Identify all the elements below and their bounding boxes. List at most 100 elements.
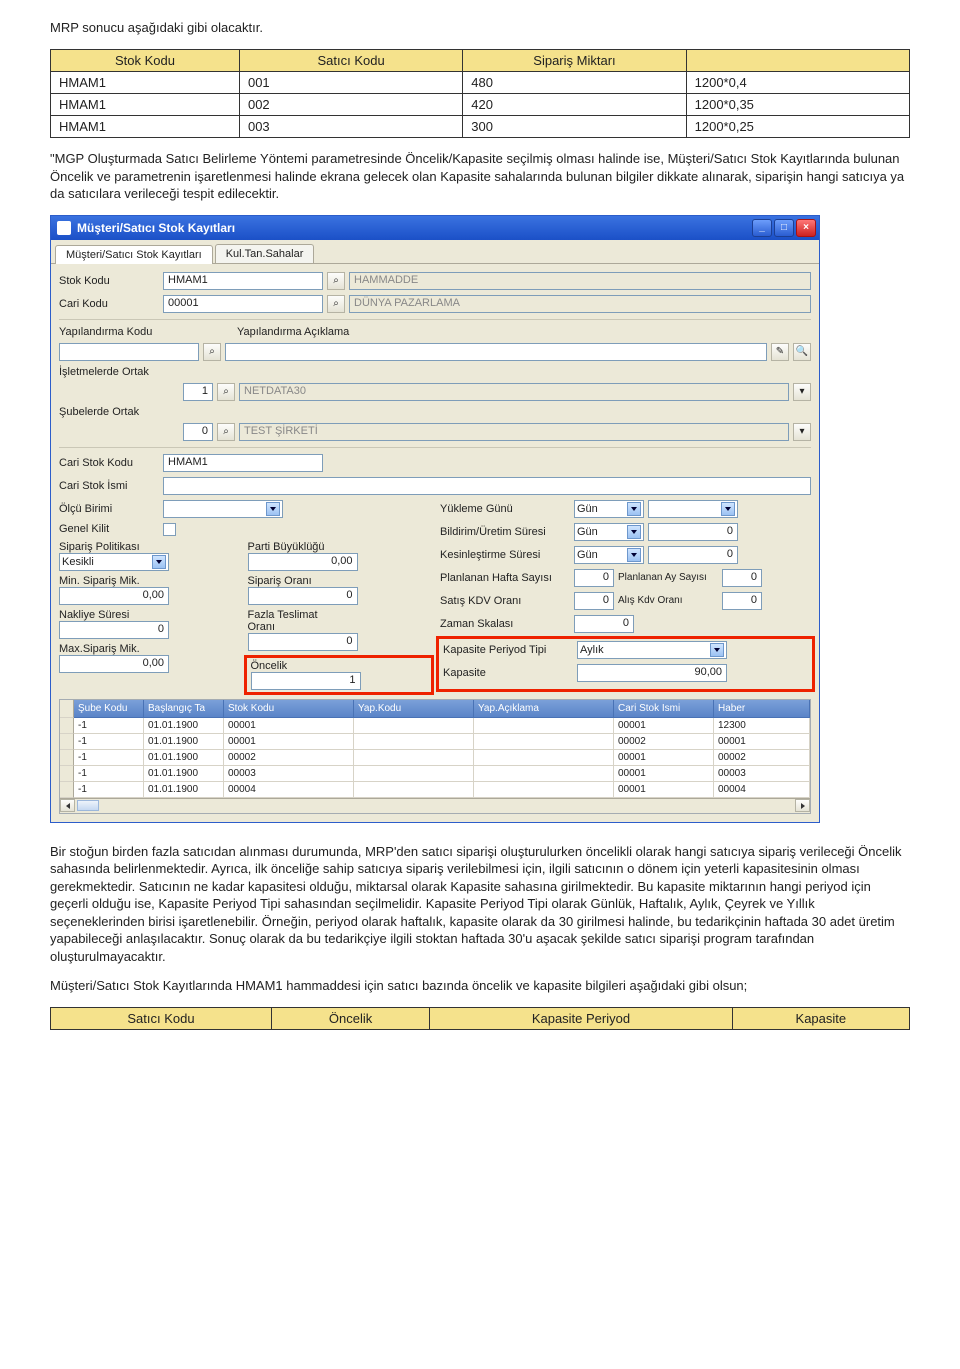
cari-stok-kodu-input[interactable]: HMAM1 bbox=[163, 454, 323, 472]
cari-stok-kodu-label: Cari Stok Kodu bbox=[59, 457, 159, 469]
alis-kdv-input[interactable]: 0 bbox=[722, 592, 762, 610]
doc-intro: MRP sonucu aşağıdaki gibi olacaktır. bbox=[50, 20, 910, 35]
table-row: HMAM1 001 480 1200*0,4 bbox=[51, 72, 910, 94]
window-title: Müşteri/Satıcı Stok Kayıtları bbox=[77, 221, 235, 235]
scroll-thumb[interactable] bbox=[77, 800, 99, 811]
tab-sahalar[interactable]: Kul.Tan.Sahalar bbox=[215, 244, 315, 263]
sip-pol-select[interactable]: Kesikli bbox=[59, 553, 169, 571]
yap-acik-input[interactable] bbox=[225, 343, 767, 361]
stok-ad-display: HAMMADDE bbox=[349, 272, 811, 290]
olcu-select[interactable] bbox=[163, 500, 283, 518]
sub-ortak-val[interactable]: 0 bbox=[183, 423, 213, 441]
bildirim-unit-select[interactable]: Gün bbox=[574, 523, 644, 541]
table-row[interactable]: -101.01.1900000010000200001 bbox=[60, 734, 810, 750]
min-sip-input[interactable]: 0,00 bbox=[59, 587, 169, 605]
sub-ortak-label: Şubelerde Ortak bbox=[59, 406, 169, 418]
nakliye-label: Nakliye Süresi bbox=[59, 609, 159, 621]
lookup-icon[interactable]: ⌕ bbox=[327, 272, 345, 290]
cari-stok-ismi-label: Cari Stok İsmi bbox=[59, 480, 159, 492]
min-sip-label: Min. Sipariş Mik. bbox=[59, 575, 159, 587]
maximize-button[interactable]: □ bbox=[774, 219, 794, 237]
tab-main[interactable]: Müşteri/Satıcı Stok Kayıtları bbox=[55, 245, 213, 264]
th: Satıcı Kodu bbox=[239, 50, 462, 72]
gh[interactable]: Şube Kodu bbox=[74, 700, 144, 718]
satis-kdv-input[interactable]: 0 bbox=[574, 592, 614, 610]
gh[interactable]: Yap.Kodu bbox=[354, 700, 474, 718]
table-row[interactable]: -101.01.1900000040000100004 bbox=[60, 782, 810, 798]
chevron-down-icon[interactable]: ▾ bbox=[793, 423, 811, 441]
tabs: Müşteri/Satıcı Stok Kayıtları Kul.Tan.Sa… bbox=[51, 240, 819, 264]
kesin-val-input[interactable]: 0 bbox=[648, 546, 738, 564]
isl-ortak-name: NETDATA30 bbox=[239, 383, 789, 401]
sip-orani-label: Sipariş Oranı bbox=[248, 575, 348, 587]
kapasite-label: Kapasite bbox=[443, 667, 573, 679]
scroll-left-icon[interactable] bbox=[60, 799, 75, 812]
bildirim-val-input[interactable]: 0 bbox=[648, 523, 738, 541]
max-sip-label: Max.Sipariş Mik. bbox=[59, 643, 159, 655]
paragraph-2: Bir stoğun birden fazla satıcıdan alınma… bbox=[50, 843, 910, 966]
fazla-teslimat-label: Fazla Teslimat Oranı bbox=[248, 609, 348, 633]
zaman-skala-label: Zaman Skalası bbox=[440, 618, 570, 630]
table-row[interactable]: -101.01.1900000030000100003 bbox=[60, 766, 810, 782]
kapasite-input[interactable]: 90,00 bbox=[577, 664, 727, 682]
isl-ortak-val[interactable]: 1 bbox=[183, 383, 213, 401]
lookup-icon[interactable]: ⌕ bbox=[327, 295, 345, 313]
minimize-button[interactable]: _ bbox=[752, 219, 772, 237]
parti-input[interactable]: 0,00 bbox=[248, 553, 358, 571]
yukleme-unit-select[interactable]: Gün bbox=[574, 500, 644, 518]
lookup-icon[interactable]: ⌕ bbox=[217, 383, 235, 401]
kapasite-periyod-select[interactable]: Aylık bbox=[577, 641, 727, 659]
plan-ay-label: Planlanan Ay Sayısı bbox=[618, 572, 718, 583]
search-icon[interactable]: 🔍 bbox=[793, 343, 811, 361]
table-row[interactable]: -101.01.1900000010000112300 bbox=[60, 718, 810, 734]
titlebar[interactable]: Müşteri/Satıcı Stok Kayıtları _ □ × bbox=[51, 216, 819, 240]
kesin-unit-select[interactable]: Gün bbox=[574, 546, 644, 564]
satis-kdv-label: Satış KDV Oranı bbox=[440, 595, 570, 607]
scrollbar[interactable] bbox=[60, 798, 810, 813]
cari-stok-ismi-input[interactable] bbox=[163, 477, 811, 495]
th: Satıcı Kodu bbox=[51, 1008, 272, 1030]
table-row[interactable]: -101.01.1900000020000100002 bbox=[60, 750, 810, 766]
cari-ad-display: DÜNYA PAZARLAMA bbox=[349, 295, 811, 313]
paragraph-1: "MGP Oluşturmada Satıcı Belirleme Yöntem… bbox=[50, 150, 910, 203]
close-button[interactable]: × bbox=[796, 219, 816, 237]
yap-acik-label: Yapılandırma Açıklama bbox=[237, 326, 349, 338]
th: Kapasite bbox=[732, 1008, 909, 1030]
stok-kodu-label: Stok Kodu bbox=[59, 275, 159, 287]
oncelik-label: Öncelik bbox=[251, 660, 351, 672]
gh[interactable]: Başlangıç Ta bbox=[144, 700, 224, 718]
bottom-table: Satıcı Kodu Öncelik Kapasite Periyod Kap… bbox=[50, 1007, 910, 1030]
app-icon bbox=[57, 221, 71, 235]
oncelik-input[interactable]: 1 bbox=[251, 672, 361, 690]
alis-kdv-label: Alış Kdv Oranı bbox=[618, 595, 718, 606]
scroll-right-icon[interactable] bbox=[795, 799, 810, 812]
lookup-icon[interactable]: ⌕ bbox=[203, 343, 221, 361]
plan-hafta-input[interactable]: 0 bbox=[574, 569, 614, 587]
th: Stok Kodu bbox=[51, 50, 240, 72]
genel-kilit-checkbox[interactable] bbox=[163, 523, 176, 536]
yap-kodu-input[interactable] bbox=[59, 343, 199, 361]
kapasite-periyod-label: Kapasite Periyod Tipi bbox=[443, 644, 573, 656]
table-row: HMAM1 002 420 1200*0,35 bbox=[51, 94, 910, 116]
gh[interactable]: Yap.Açıklama bbox=[474, 700, 614, 718]
plan-ay-input[interactable]: 0 bbox=[722, 569, 762, 587]
sip-orani-input[interactable]: 0 bbox=[248, 587, 358, 605]
th: Sipariş Miktarı bbox=[463, 50, 686, 72]
table-row: HMAM1 003 300 1200*0,25 bbox=[51, 116, 910, 138]
genel-kilit-label: Genel Kilit bbox=[59, 523, 159, 535]
zaman-skala-input[interactable]: 0 bbox=[574, 615, 634, 633]
param-table: Stok Kodu Satıcı Kodu Sipariş Miktarı HM… bbox=[50, 49, 910, 138]
gh[interactable]: Cari Stok Ismi bbox=[614, 700, 714, 718]
yukleme-label: Yükleme Günü bbox=[440, 503, 570, 515]
stok-kodu-input[interactable]: HMAM1 bbox=[163, 272, 323, 290]
cari-kodu-input[interactable]: 00001 bbox=[163, 295, 323, 313]
fazla-teslimat-input[interactable]: 0 bbox=[248, 633, 358, 651]
nakliye-input[interactable]: 0 bbox=[59, 621, 169, 639]
gh[interactable]: Stok Kodu bbox=[224, 700, 354, 718]
tool-icon[interactable]: ✎ bbox=[771, 343, 789, 361]
lookup-icon[interactable]: ⌕ bbox=[217, 423, 235, 441]
max-sip-input[interactable]: 0,00 bbox=[59, 655, 169, 673]
chevron-down-icon[interactable]: ▾ bbox=[793, 383, 811, 401]
yukleme-val-select[interactable] bbox=[648, 500, 738, 518]
gh[interactable]: Haber bbox=[714, 700, 810, 718]
